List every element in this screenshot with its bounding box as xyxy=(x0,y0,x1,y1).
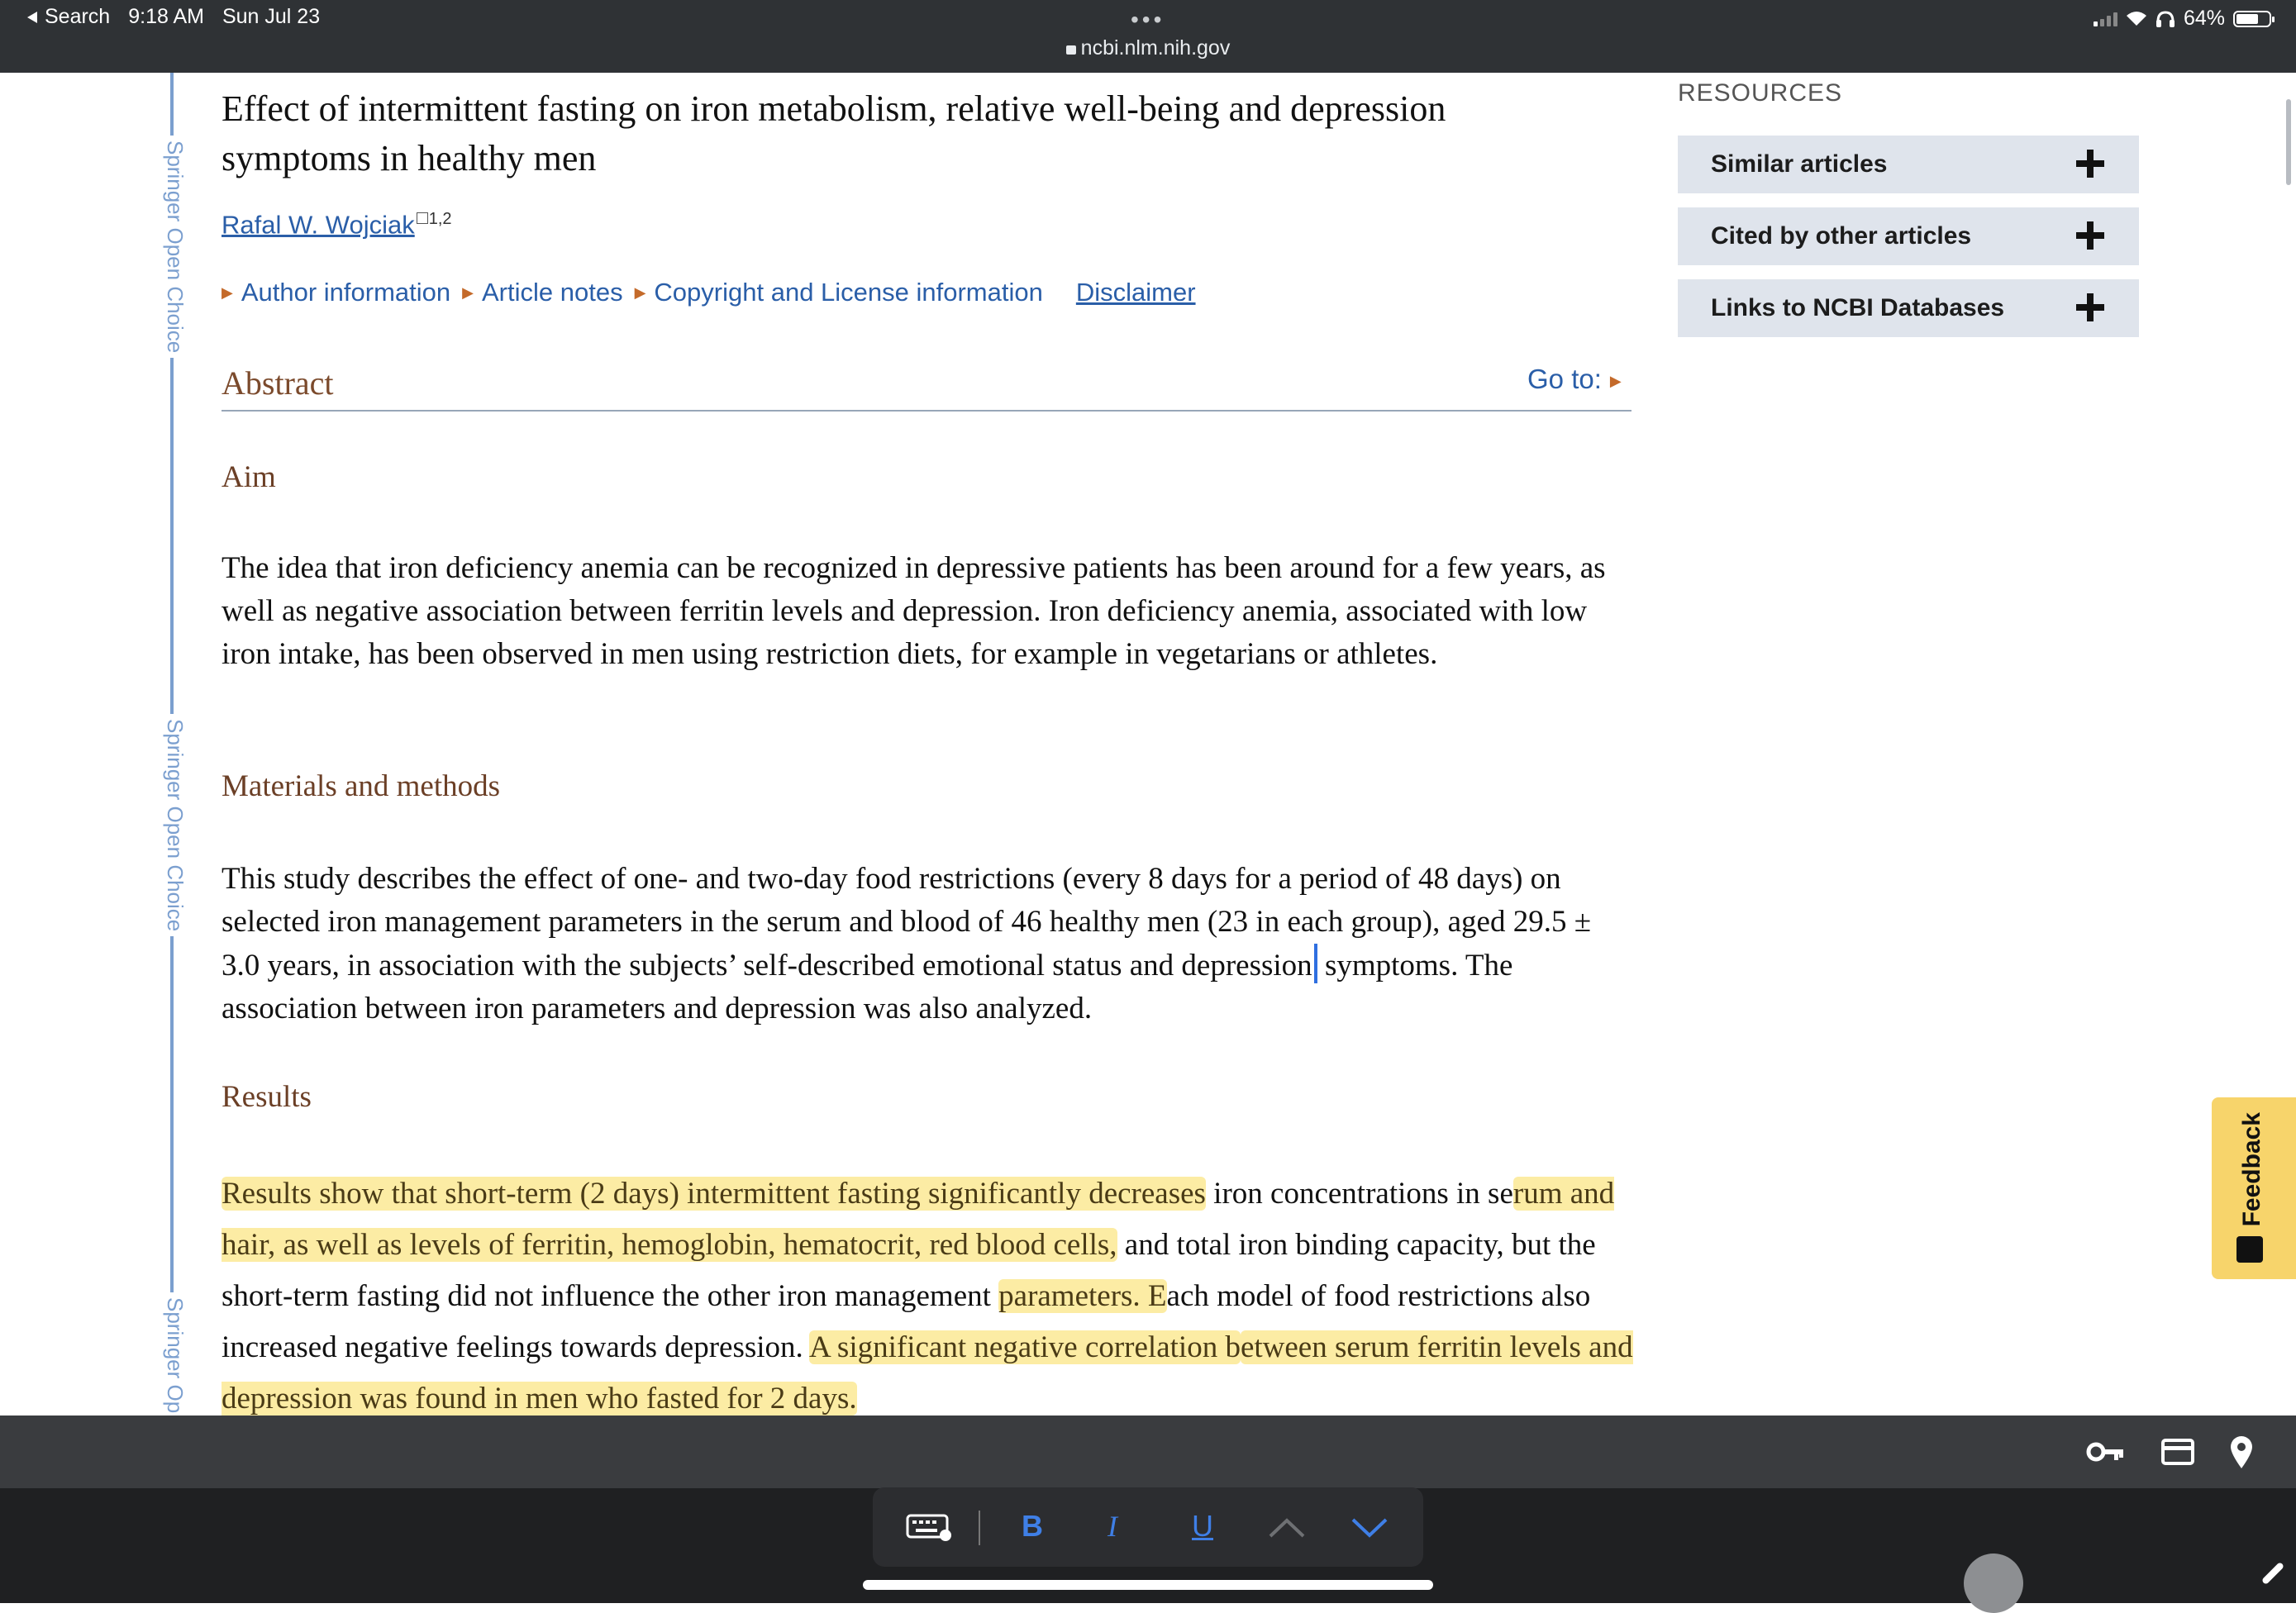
status-bar: Search 9:18 AM Sun Jul 23 ••• ncbi.nlm.n… xyxy=(0,0,2296,73)
expand-triangle-icon: ▶ xyxy=(222,283,233,301)
goto-label: Go to: xyxy=(1527,364,1602,394)
cellular-signal-icon xyxy=(2093,12,2117,26)
back-to-search-button[interactable]: Search xyxy=(26,5,110,29)
scrollbar-thumb[interactable] xyxy=(2286,99,2291,185)
headphones-icon xyxy=(2155,10,2175,27)
keyboard-dismiss-icon[interactable] xyxy=(906,1514,952,1542)
methods-heading: Materials and methods xyxy=(222,769,501,803)
plus-icon xyxy=(2076,221,2104,250)
location-pin-icon[interactable] xyxy=(2229,1435,2254,1470)
chevron-down-icon[interactable] xyxy=(1350,1517,1389,1539)
ncbi-databases-button[interactable]: Links to NCBI Databases xyxy=(1678,279,2139,337)
author-information-link[interactable]: Author information xyxy=(241,278,450,307)
similar-articles-button[interactable]: Similar articles xyxy=(1678,136,2139,193)
italic-button[interactable]: I xyxy=(1108,1509,1117,1544)
aim-heading: Aim xyxy=(222,460,276,494)
plus-icon xyxy=(2076,150,2104,178)
disclaimer-link[interactable]: Disclaimer xyxy=(1076,278,1196,307)
resource-label: Links to NCBI Databases xyxy=(1711,294,2005,321)
address-bar[interactable]: ncbi.nlm.nih.gov xyxy=(0,36,2296,60)
assistive-touch-button[interactable] xyxy=(1964,1554,2023,1613)
resource-label: Similar articles xyxy=(1711,150,1888,178)
results-heading: Results xyxy=(222,1080,312,1114)
toolbar-divider xyxy=(979,1511,980,1545)
author-link[interactable]: Rafal W. Wojciak 1,2 xyxy=(222,210,452,240)
methods-paragraph: This study describes the effect of one- … xyxy=(222,858,1635,1030)
resources-heading: RESOURCES xyxy=(1678,79,1843,107)
url-text: ncbi.nlm.nih.gov xyxy=(1080,36,1231,59)
aim-paragraph: The idea that iron deficiency anemia can… xyxy=(222,551,1606,671)
goto-triangle-icon: ▶ xyxy=(1609,373,1622,389)
bold-button[interactable]: B xyxy=(1022,1509,1043,1544)
resource-label: Cited by other articles xyxy=(1711,222,1972,250)
back-triangle-icon xyxy=(27,11,37,23)
plus-icon xyxy=(2076,293,2104,321)
status-date: Sun Jul 23 xyxy=(222,5,321,28)
author-name: Rafal W. Wojciak xyxy=(222,210,415,240)
wifi-icon xyxy=(2126,11,2146,26)
springer-open-choice-label: Springer Op xyxy=(162,1292,188,1426)
feedback-icon xyxy=(2236,1236,2263,1263)
goto-menu[interactable]: Go to: ▶ xyxy=(1527,364,1622,395)
underline-button[interactable]: U xyxy=(1192,1509,1213,1544)
article-meta-links: ▶ Author information ▶ Article notes ▶ C… xyxy=(222,278,1196,307)
highlight: A significant negative correlation b xyxy=(809,1330,1241,1364)
abstract-heading: Abstract xyxy=(222,364,334,402)
results-text: iron concentrations in se xyxy=(1205,1177,1513,1211)
springer-open-choice-label: Springer Open Choice xyxy=(162,136,188,359)
article-title: Effect of intermittent fasting on iron m… xyxy=(222,84,1610,183)
title-line: symptoms in healthy men xyxy=(222,138,597,178)
email-icon[interactable] xyxy=(416,212,428,224)
springer-open-choice-label: Springer Open Choice xyxy=(162,714,188,937)
home-indicator[interactable] xyxy=(863,1580,1433,1590)
multitasking-dots-icon[interactable]: ••• xyxy=(1131,7,1165,33)
autofill-bar xyxy=(0,1416,2296,1488)
lock-icon xyxy=(1065,45,1076,55)
battery-percent: 64% xyxy=(2183,7,2225,30)
back-label: Search xyxy=(45,5,111,28)
copyright-license-link[interactable]: Copyright and License information xyxy=(654,278,1042,307)
author-affiliation: 1,2 xyxy=(416,210,452,229)
expand-triangle-icon: ▶ xyxy=(462,283,474,301)
battery-icon xyxy=(2233,10,2275,27)
highlight: Results show that short-term (2 days) in… xyxy=(222,1177,1206,1211)
feedback-button[interactable]: Feedback xyxy=(2212,1097,2296,1279)
affiliation-numbers: 1,2 xyxy=(428,210,452,228)
highlight: parameters. E xyxy=(998,1279,1167,1313)
formatting-bar: B I U xyxy=(873,1487,1423,1567)
cited-by-button[interactable]: Cited by other articles xyxy=(1678,207,2139,265)
status-time: 9:18 AM xyxy=(128,5,204,28)
results-paragraph: Results show that short-term (2 days) in… xyxy=(222,1168,1635,1425)
expand-triangle-icon: ▶ xyxy=(634,283,646,301)
abstract-divider xyxy=(222,410,1631,412)
article-notes-link[interactable]: Article notes xyxy=(482,278,623,307)
title-line: Effect of intermittent fasting on iron m… xyxy=(222,88,1446,129)
text-cursor xyxy=(1313,944,1317,983)
feedback-label: Feedback xyxy=(2238,1112,2265,1227)
chevron-up-icon[interactable] xyxy=(1268,1517,1306,1539)
credit-card-icon[interactable] xyxy=(2160,1435,2195,1468)
key-icon[interactable] xyxy=(2086,1435,2124,1468)
